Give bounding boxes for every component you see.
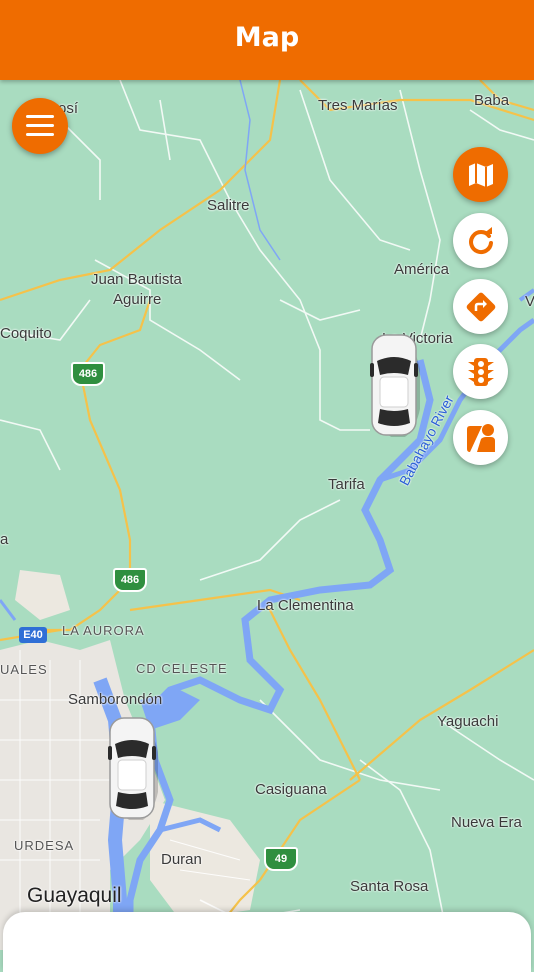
hamburger-icon bbox=[26, 115, 54, 118]
person-map-icon bbox=[466, 423, 495, 452]
map-icon bbox=[468, 162, 493, 187]
car-marker[interactable] bbox=[106, 716, 158, 820]
traffic-light-icon bbox=[467, 357, 494, 386]
place-label: Baba bbox=[474, 92, 510, 109]
place-label: Santa Rosa bbox=[350, 878, 429, 895]
place-label: Yaguachi bbox=[437, 713, 499, 730]
traffic-button[interactable] bbox=[453, 344, 508, 399]
place-label: Salitre bbox=[207, 197, 250, 214]
place-label: Aguirre bbox=[113, 291, 162, 308]
refresh-button[interactable] bbox=[453, 213, 508, 268]
directions-button[interactable] bbox=[453, 279, 508, 334]
hamburger-icon-bar bbox=[26, 133, 54, 136]
place-label: Samborondón bbox=[68, 691, 163, 708]
place-label: Tarifa bbox=[328, 476, 365, 493]
place-label: CD CELESTE bbox=[136, 661, 228, 676]
menu-button[interactable] bbox=[12, 98, 68, 154]
place-label: V bbox=[525, 293, 534, 310]
app-header: Map bbox=[0, 0, 534, 80]
map-type-button[interactable] bbox=[453, 147, 508, 202]
place-label: Guayaquil bbox=[27, 884, 122, 907]
place-label: Coquito bbox=[0, 325, 52, 342]
bottom-sheet[interactable] bbox=[3, 912, 531, 972]
route-shield: 49 bbox=[264, 847, 298, 871]
place-label: Casiguana bbox=[255, 781, 327, 798]
place-label: URDESA bbox=[14, 838, 75, 853]
directions-icon bbox=[466, 292, 495, 321]
place-label: Juan Bautista bbox=[91, 271, 182, 288]
place-label: a bbox=[0, 531, 9, 548]
place-label: LA AURORA bbox=[62, 623, 145, 638]
route-shield: E40 bbox=[19, 627, 47, 643]
place-label: América bbox=[394, 261, 450, 278]
hamburger-icon-bar bbox=[26, 124, 54, 127]
place-label: Nueva Era bbox=[451, 814, 522, 831]
refresh-icon bbox=[468, 226, 493, 254]
page-title: Map bbox=[234, 22, 300, 53]
car-marker[interactable] bbox=[368, 333, 420, 437]
place-label: Tres Marías bbox=[318, 97, 398, 114]
place-label: UALES bbox=[0, 662, 48, 677]
route-shield: 486 bbox=[71, 362, 105, 386]
place-label: Duran bbox=[161, 851, 202, 868]
route-shield: 486 bbox=[113, 568, 147, 592]
street-view-button[interactable] bbox=[453, 410, 508, 465]
place-label: La Clementina bbox=[257, 597, 354, 614]
